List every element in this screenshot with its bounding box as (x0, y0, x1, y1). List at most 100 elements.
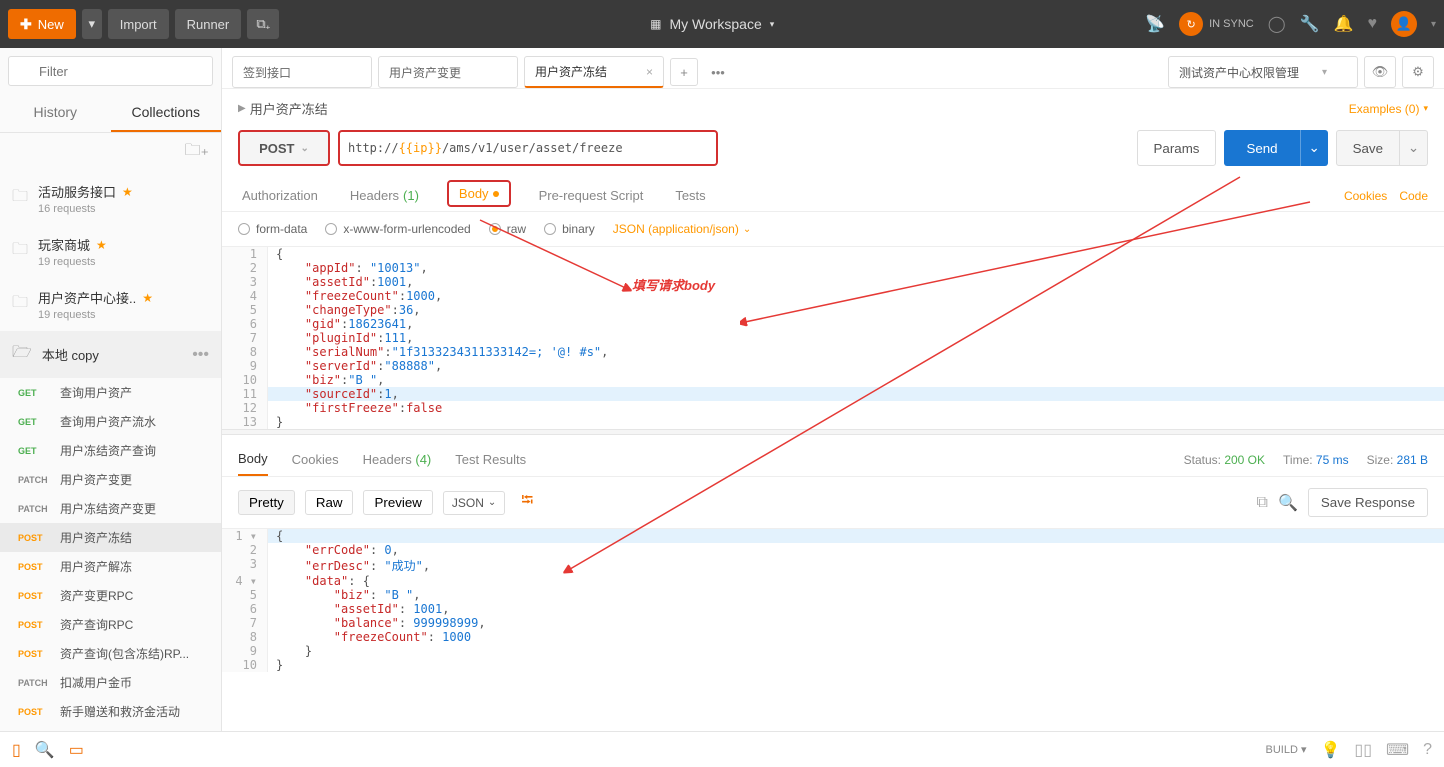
new-caret[interactable]: ▾ (82, 9, 102, 39)
find-icon[interactable]: 🔍 (35, 740, 55, 760)
tab-history[interactable]: History (0, 94, 111, 132)
environment-select[interactable]: 测试资产中心权限管理 ▾ (1168, 56, 1358, 88)
env-preview-button[interactable]: 👁 (1364, 56, 1396, 88)
request-item[interactable]: GET用户冻结资产查询 (0, 436, 221, 465)
cookies-link[interactable]: Cookies (1344, 189, 1387, 203)
fmt-preview[interactable]: Preview (363, 490, 432, 515)
request-tab[interactable]: 用户资产变更 (378, 56, 518, 88)
request-item[interactable]: POST资产查询RPC (0, 610, 221, 639)
copy-icon[interactable]: ⧉ (1257, 494, 1268, 512)
tab-more-button[interactable]: ••• (704, 58, 732, 86)
new-button[interactable]: ✚ New (8, 9, 76, 39)
collection-item[interactable]: 🗀 玩家商城★ 19 requests (0, 225, 221, 278)
resp-tab-tests[interactable]: Test Results (455, 444, 526, 475)
avatar-caret[interactable]: ▾ (1431, 19, 1436, 30)
env-manage-button[interactable]: ⚙ (1402, 56, 1434, 88)
fmt-pretty[interactable]: Pretty (238, 490, 295, 515)
send-button[interactable]: Send (1224, 130, 1299, 166)
sidebar-toggle-icon[interactable]: ▯ (12, 740, 21, 760)
code-link[interactable]: Code (1399, 189, 1428, 203)
help-icon[interactable]: ? (1423, 741, 1432, 759)
request-item[interactable]: PATCH用户资产变更 (0, 465, 221, 494)
resp-tab-body[interactable]: Body (238, 443, 268, 476)
new-window-button[interactable]: ⧉₊ (247, 9, 279, 39)
console-icon[interactable]: ▭ (69, 740, 84, 760)
request-item[interactable]: POST用户资产解冻 (0, 552, 221, 581)
new-folder-icon[interactable]: 🗀₊ (185, 139, 209, 166)
body-content-type[interactable]: JSON (application/json) ⌄ (613, 222, 751, 236)
sync-status[interactable]: ↻ IN SYNC (1179, 12, 1254, 36)
tab-collections[interactable]: Collections (111, 94, 222, 132)
radio-formdata[interactable]: form-data (238, 222, 307, 236)
bulb-icon[interactable]: 💡 (1320, 740, 1340, 760)
save-button[interactable]: Save (1336, 130, 1400, 166)
subtab-headers[interactable]: Headers (1) (346, 180, 423, 211)
import-label: Import (120, 17, 157, 32)
filter-input[interactable] (8, 56, 213, 86)
keyboard-icon[interactable]: ⌨ (1386, 740, 1409, 760)
import-button[interactable]: Import (108, 9, 169, 39)
content: 签到接口 用户资产变更 用户资产冻结× + ••• 测试资产中心权限管理 ▾ 👁 ⚙… (222, 48, 1444, 731)
wrap-icon[interactable]: ⭾ (515, 487, 539, 518)
radio-xwww[interactable]: x-www-form-urlencoded (325, 222, 470, 236)
bell-icon[interactable]: 🔔 (1334, 14, 1354, 34)
examples-dropdown[interactable]: Examples (0) ▾ (1349, 102, 1428, 116)
request-tab[interactable]: 签到接口 (232, 56, 372, 88)
request-item[interactable]: GET查询用户资产流水 (0, 407, 221, 436)
subtab-tests[interactable]: Tests (671, 180, 709, 211)
url-input[interactable]: http://{{ip}}/ams/v1/user/asset/freeze (338, 130, 718, 166)
request-item[interactable]: PATCH扣减用户金币 (0, 668, 221, 697)
size-value: 281 B (1397, 453, 1428, 467)
chevron-down-icon: ▾ (88, 16, 95, 32)
satellite-icon[interactable]: 📡 (1145, 14, 1165, 34)
workspace-selector[interactable]: ▦ My Workspace ▾ (279, 16, 1145, 32)
capture-icon[interactable]: ◯ (1268, 14, 1286, 34)
request-name: 用户冻结资产变更 (60, 500, 156, 517)
collection-item[interactable]: 🗀 用户资产中心接..★ 19 requests (0, 278, 221, 331)
heart-icon[interactable]: ♥ (1367, 15, 1377, 33)
chevron-down-icon: ▾ (1322, 67, 1327, 78)
params-button[interactable]: Params (1137, 130, 1217, 166)
close-icon[interactable]: × (646, 65, 653, 79)
code-line: 5 "biz": "B ", (222, 588, 1444, 602)
request-item[interactable]: POST资产查询(包含冻结)RP... (0, 639, 221, 668)
tab-label: 签到接口 (243, 64, 291, 81)
tab-label: 用户资产变更 (389, 64, 461, 81)
method-select[interactable]: POST ⌄ (238, 130, 330, 166)
request-body-editor[interactable]: 1{2 "appId": "10013",3 "assetId":1001,4 … (222, 246, 1444, 429)
main: History Collections 🗀₊ 🗀 活动服务接口★ 16 requ… (0, 48, 1444, 731)
more-icon[interactable]: ••• (192, 346, 209, 364)
request-tab[interactable]: 用户资产冻结× (524, 56, 664, 88)
radio-raw[interactable]: raw (489, 222, 526, 236)
request-item[interactable]: POST用户资产冻结 (0, 523, 221, 552)
search-icon[interactable]: 🔍 (1278, 493, 1298, 513)
code-line: 7 "pluginId":111, (222, 331, 1444, 345)
resp-tab-headers[interactable]: Headers (4) (363, 444, 432, 475)
subtab-prerequest[interactable]: Pre-request Script (535, 180, 648, 211)
tabs-row: 签到接口 用户资产变更 用户资产冻结× + ••• 测试资产中心权限管理 ▾ 👁 ⚙ (222, 48, 1444, 89)
build-mode[interactable]: BUILD ▾ (1265, 743, 1306, 756)
request-item[interactable]: GET查询用户资产 (0, 378, 221, 407)
environment-name: 测试资产中心权限管理 (1179, 64, 1299, 81)
tab-add-button[interactable]: + (670, 58, 698, 86)
collection-item[interactable]: 🗀 活动服务接口★ 16 requests (0, 172, 221, 225)
send-caret[interactable]: ⌄ (1300, 130, 1328, 166)
request-item[interactable]: POST新手赠送和救济金活动 (0, 697, 221, 726)
save-response-button[interactable]: Save Response (1308, 488, 1428, 517)
subtab-authorization[interactable]: Authorization (238, 180, 322, 211)
request-item[interactable]: PATCH用户冻结资产变更 (0, 494, 221, 523)
runner-button[interactable]: Runner (175, 9, 242, 39)
collection-item-open[interactable]: 🗁 本地 copy ••• (0, 331, 221, 378)
request-item[interactable]: POST资产变更RPC (0, 581, 221, 610)
wrench-icon[interactable]: 🔧 (1300, 14, 1320, 34)
response-body-viewer[interactable]: 1 ▾{2 "errCode": 0,3 "errDesc": "成功",4 ▾… (222, 528, 1444, 731)
code-line: 7 "balance": 999998999, (222, 616, 1444, 630)
save-caret[interactable]: ⌄ (1400, 130, 1428, 166)
subtab-body[interactable]: Body (447, 180, 511, 207)
resp-tab-cookies[interactable]: Cookies (292, 444, 339, 475)
two-pane-icon[interactable]: ▯▯ (1354, 740, 1372, 760)
fmt-raw[interactable]: Raw (305, 490, 354, 515)
avatar[interactable]: 👤 (1391, 11, 1417, 37)
fmt-json-dropdown[interactable]: JSON ⌄ (443, 491, 505, 515)
radio-binary[interactable]: binary (544, 222, 595, 236)
